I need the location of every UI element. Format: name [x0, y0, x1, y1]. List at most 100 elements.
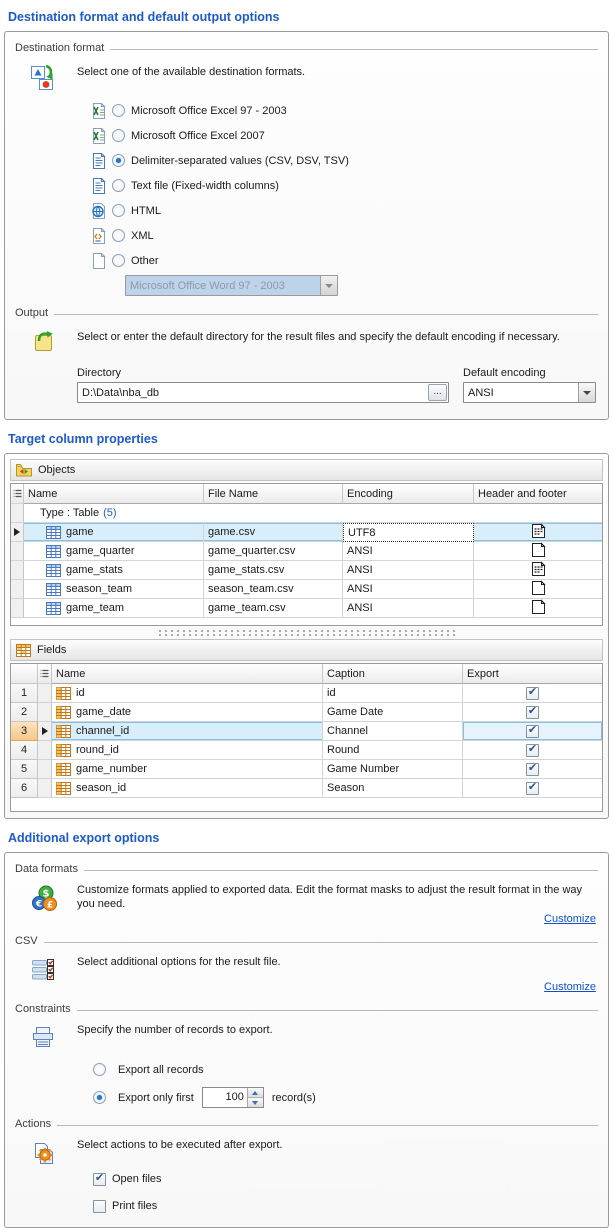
objects-row-season-team[interactable]: season_team season_team.csv ANSI [11, 580, 602, 599]
spin-up-icon[interactable] [247, 1088, 263, 1098]
objects-col-header-name[interactable]: Name [24, 484, 204, 504]
field-export-cell[interactable] [463, 760, 602, 779]
spin-down-icon[interactable] [247, 1098, 263, 1107]
doc-blank-icon[interactable] [531, 599, 546, 617]
field-caption-cell[interactable]: Game Date [323, 703, 463, 722]
fields-row-round-id[interactable]: 4 round_id Round [11, 741, 602, 760]
fields-row-game-number[interactable]: 5 game_number Game Number [11, 760, 602, 779]
field-name-cell[interactable]: id [52, 684, 323, 703]
format-radio-text-file[interactable] [112, 179, 125, 192]
field-caption-cell[interactable]: Game Number [323, 760, 463, 779]
fields-row-season-id[interactable]: 6 season_id Season [11, 779, 602, 798]
object-file-cell[interactable]: game_quarter.csv [204, 542, 343, 561]
object-encoding-cell[interactable]: ANSI [343, 599, 474, 618]
field-export-cell[interactable] [463, 722, 602, 741]
field-export-cell[interactable] [463, 741, 602, 760]
object-file-cell[interactable]: game_stats.csv [204, 561, 343, 580]
export-first-radio[interactable] [93, 1091, 106, 1104]
objects-col-header-file-name[interactable]: File Name [204, 484, 343, 504]
grid-splitter-handle[interactable] [5, 626, 608, 639]
object-encoding-cell-editing[interactable]: UTF8 [343, 523, 474, 542]
fields-col-header-export[interactable]: Export [463, 664, 602, 684]
format-radio-delimiter-separated[interactable] [112, 154, 125, 167]
object-encoding-cell[interactable]: ANSI [343, 580, 474, 599]
objects-group-row[interactable]: Type : Table (5) [11, 504, 602, 523]
field-name-cell[interactable]: game_date [52, 703, 323, 722]
object-header-footer-cell[interactable] [474, 599, 602, 618]
csv-customize-link[interactable]: Customize [544, 981, 596, 993]
objects-row-game[interactable]: game game.csv UTF8 [11, 523, 602, 542]
format-option-excel-2007[interactable]: Microsoft Office Excel 2007 [90, 123, 608, 148]
export-checkbox[interactable] [526, 705, 539, 719]
objects-row-game-team[interactable]: game_team game_team.csv ANSI [11, 599, 602, 618]
column-chooser-icon[interactable] [38, 664, 52, 684]
field-export-cell[interactable] [463, 684, 602, 703]
fields-row-channel-id[interactable]: 3 channel_id Channel [11, 722, 602, 741]
fields-row-game-date[interactable]: 2 game_date Game Date [11, 703, 602, 722]
print-files-checkbox[interactable] [93, 1199, 106, 1213]
record-count-value[interactable]: 100 [203, 1088, 247, 1107]
object-header-footer-cell[interactable] [474, 542, 602, 561]
object-name-cell[interactable]: game_stats [24, 561, 204, 580]
object-header-footer-cell[interactable] [474, 561, 602, 580]
doc-blank-icon[interactable] [531, 580, 546, 598]
object-encoding-cell[interactable]: ANSI [343, 561, 474, 580]
field-name-cell[interactable]: season_id [52, 779, 323, 798]
object-name-cell[interactable]: game [24, 523, 204, 542]
export-checkbox[interactable] [526, 762, 539, 776]
object-name-cell[interactable]: season_team [24, 580, 204, 599]
format-option-excel-97-2003[interactable]: Microsoft Office Excel 97 - 2003 [90, 98, 608, 123]
format-radio-other[interactable] [112, 254, 125, 267]
format-option-other[interactable]: Other [90, 248, 608, 273]
object-header-footer-cell[interactable] [474, 580, 602, 599]
default-encoding-select[interactable]: ANSI [463, 382, 596, 403]
field-export-cell[interactable] [463, 779, 602, 798]
format-radio-excel-2007[interactable] [112, 129, 125, 142]
doc-lines-icon[interactable] [531, 523, 546, 541]
directory-input[interactable]: D:\Data\nba_db ... [77, 382, 449, 403]
field-caption-cell[interactable]: Channel [323, 722, 463, 741]
objects-row-game-stats[interactable]: game_stats game_stats.csv ANSI [11, 561, 602, 580]
doc-lines-icon[interactable] [531, 561, 546, 579]
browse-button[interactable]: ... [428, 384, 447, 401]
format-radio-xml[interactable] [112, 229, 125, 242]
export-first-option[interactable]: Export only first 100 record(s) [93, 1087, 596, 1108]
format-radio-html[interactable] [112, 204, 125, 217]
export-checkbox[interactable] [526, 743, 539, 757]
export-all-records-option[interactable]: Export all records [93, 1059, 596, 1080]
fields-row-id[interactable]: 1 id id [11, 684, 602, 703]
format-option-delimiter-separated[interactable]: Delimiter-separated values (CSV, DSV, TS… [90, 148, 608, 173]
fields-col-header-caption[interactable]: Caption [323, 664, 463, 684]
objects-row-game-quarter[interactable]: game_quarter game_quarter.csv ANSI [11, 542, 602, 561]
object-header-footer-cell[interactable] [474, 523, 602, 542]
objects-col-header-header-footer[interactable]: Header and footer [474, 484, 602, 504]
object-name-cell[interactable]: game_team [24, 599, 204, 618]
open-files-option[interactable]: Open files [93, 1170, 596, 1188]
object-name-cell[interactable]: game_quarter [24, 542, 204, 561]
field-name-cell[interactable]: round_id [52, 741, 323, 760]
object-file-cell[interactable]: game_team.csv [204, 599, 343, 618]
fields-col-header-name[interactable]: Name [52, 664, 323, 684]
field-caption-cell[interactable]: Round [323, 741, 463, 760]
open-files-checkbox[interactable] [93, 1172, 106, 1186]
format-option-text-file[interactable]: Text file (Fixed-width columns) [90, 173, 608, 198]
format-option-html[interactable]: HTML [90, 198, 608, 223]
field-caption-cell[interactable]: id [323, 684, 463, 703]
export-checkbox[interactable] [526, 724, 539, 738]
field-name-cell[interactable]: channel_id [52, 722, 323, 741]
object-file-cell[interactable]: season_team.csv [204, 580, 343, 599]
object-file-cell[interactable]: game.csv [204, 523, 343, 542]
export-all-radio[interactable] [93, 1063, 106, 1076]
format-radio-excel-97-2003[interactable] [112, 104, 125, 117]
data-formats-customize-link[interactable]: Customize [544, 913, 596, 925]
export-checkbox[interactable] [526, 781, 539, 795]
doc-blank-icon[interactable] [531, 542, 546, 560]
objects-col-header-encoding[interactable]: Encoding [343, 484, 474, 504]
field-caption-cell[interactable]: Season [323, 779, 463, 798]
field-name-cell[interactable]: game_number [52, 760, 323, 779]
chevron-down-icon[interactable] [578, 383, 595, 402]
export-checkbox[interactable] [526, 686, 539, 700]
column-chooser-icon[interactable] [11, 484, 24, 504]
object-encoding-cell[interactable]: ANSI [343, 542, 474, 561]
print-files-option[interactable]: Print files [93, 1197, 596, 1215]
